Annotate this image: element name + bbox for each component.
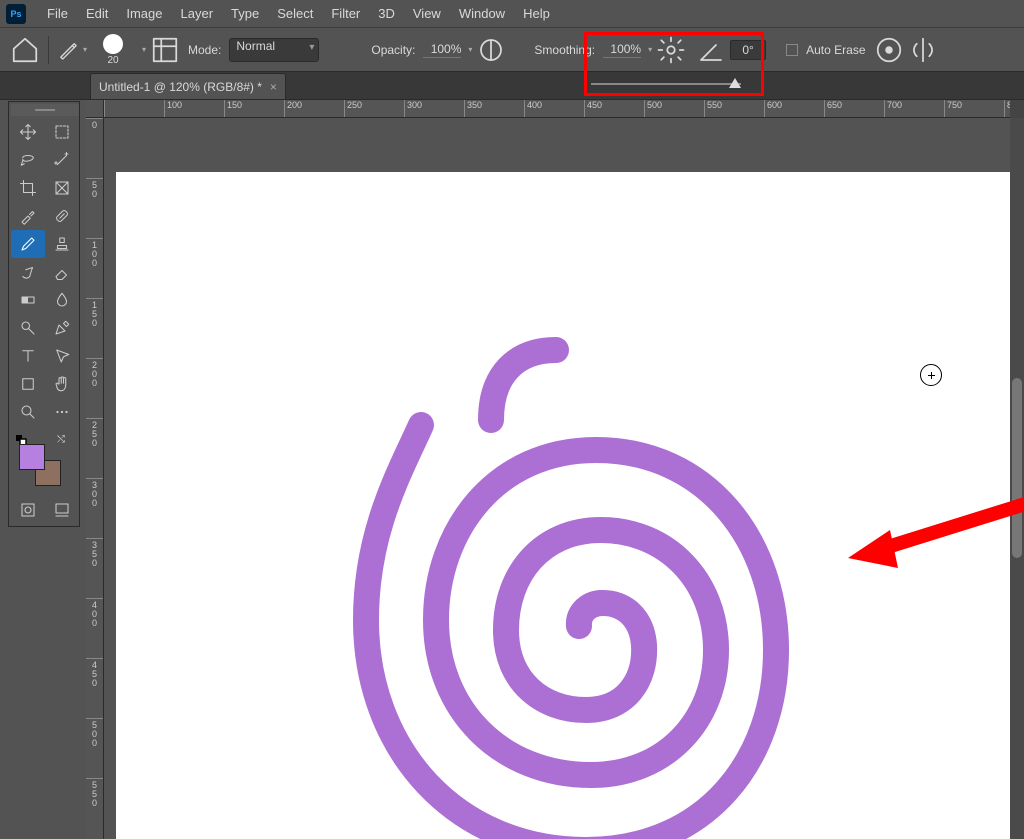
smoothing-value[interactable]: 100% [603, 42, 641, 58]
magic-wand-tool-icon[interactable] [45, 146, 79, 174]
spiral-drawing [286, 320, 806, 839]
divider [48, 36, 49, 64]
pencil-tool-icon[interactable] [11, 230, 45, 258]
opacity-value[interactable]: 100% [423, 42, 461, 58]
pen-tool-icon[interactable] [45, 314, 79, 342]
menu-bar: Ps File Edit Image Layer Type Select Fil… [0, 0, 1024, 28]
stamp-tool-icon[interactable] [45, 230, 79, 258]
chevron-down-icon: ▾ [83, 45, 87, 54]
gear-icon[interactable] [656, 35, 686, 65]
pressure-opacity-icon[interactable] [476, 35, 506, 65]
menu-type[interactable]: Type [222, 0, 268, 27]
mode-select[interactable]: Normal [229, 38, 319, 62]
menu-layer[interactable]: Layer [172, 0, 223, 27]
chevron-down-icon[interactable]: ▾ [142, 45, 146, 54]
screen-mode-icon[interactable] [45, 496, 79, 524]
toolbox-grip[interactable] [11, 104, 79, 116]
menu-select[interactable]: Select [268, 0, 322, 27]
menu-edit[interactable]: Edit [77, 0, 117, 27]
brush-panel-icon[interactable] [150, 35, 180, 65]
blur-tool-icon[interactable] [45, 286, 79, 314]
menu-view[interactable]: View [404, 0, 450, 27]
gradient-tool-icon[interactable] [11, 286, 45, 314]
history-brush-tool-icon[interactable] [11, 258, 45, 286]
ruler-horizontal[interactable]: 1001502002503003504004505005506006507007… [104, 100, 1010, 118]
marquee-tool-icon[interactable] [45, 118, 79, 146]
menu-file[interactable]: File [38, 0, 77, 27]
type-tool-icon[interactable] [11, 342, 45, 370]
pressure-size-icon[interactable] [874, 35, 904, 65]
color-swatches: ⤭ [11, 432, 79, 492]
healing-tool-icon[interactable] [45, 202, 79, 230]
smoothing-label: Smoothing: [534, 43, 595, 57]
quick-mask-icon[interactable] [11, 496, 45, 524]
brush-tip-icon [103, 34, 123, 54]
menu-window[interactable]: Window [450, 0, 514, 27]
toolbox: ⤭ [8, 101, 80, 527]
tab-title: Untitled-1 @ 120% (RGB/8#) * [99, 80, 262, 94]
brush-preview[interactable]: 20 [91, 34, 135, 66]
mode-value: Normal [236, 39, 275, 53]
eraser-tool-icon[interactable] [45, 258, 79, 286]
auto-erase-checkbox[interactable] [786, 44, 798, 56]
eyedropper-tool-icon[interactable] [11, 202, 45, 230]
angle-input[interactable] [730, 40, 766, 60]
home-icon[interactable] [10, 35, 40, 65]
ps-logo: Ps [6, 4, 26, 24]
zoom-tool-icon[interactable] [11, 398, 45, 426]
crop-tool-icon[interactable] [11, 174, 45, 202]
more-tools-icon[interactable] [45, 398, 79, 426]
frame-tool-icon[interactable] [45, 174, 79, 202]
document-tab-strip: Untitled-1 @ 120% (RGB/8#) * × [0, 72, 1024, 100]
lasso-tool-icon[interactable] [11, 146, 45, 174]
annotation-arrow [848, 490, 1024, 590]
path-select-tool-icon[interactable] [45, 342, 79, 370]
mode-label: Mode: [188, 43, 221, 57]
chevron-down-icon[interactable]: ▾ [648, 45, 652, 54]
ruler-vertical[interactable]: 050100150200250300350400450500550 [86, 118, 104, 839]
close-icon[interactable]: × [270, 80, 277, 94]
menu-help[interactable]: Help [514, 0, 559, 27]
ruler-origin[interactable] [86, 100, 104, 118]
tool-preset-pencil-icon[interactable]: ▾ [57, 35, 87, 65]
auto-erase-label: Auto Erase [806, 43, 865, 57]
foreground-swatch[interactable] [19, 444, 45, 470]
brush-size-value: 20 [107, 55, 118, 66]
scrollbar-vertical[interactable] [1010, 118, 1024, 839]
menu-filter[interactable]: Filter [322, 0, 369, 27]
options-bar: ▾ 20 ▾ Mode: Normal Opacity: 100% ▾ Smoo… [0, 28, 1024, 72]
symmetry-icon[interactable] [908, 35, 938, 65]
swap-colors-icon[interactable]: ⤭ [57, 434, 69, 446]
dodge-tool-icon[interactable] [11, 314, 45, 342]
document-tab[interactable]: Untitled-1 @ 120% (RGB/8#) * × [90, 73, 286, 99]
shape-tool-icon[interactable] [11, 370, 45, 398]
chevron-down-icon[interactable]: ▾ [468, 45, 472, 54]
hand-tool-icon[interactable] [45, 370, 79, 398]
opacity-label: Opacity: [371, 43, 415, 57]
menu-3d[interactable]: 3D [369, 0, 404, 27]
move-tool-icon[interactable] [11, 118, 45, 146]
brush-cursor-icon [920, 364, 942, 386]
menu-image[interactable]: Image [117, 0, 171, 27]
workspace: 1001502002503003504004505005506006507007… [86, 100, 1024, 839]
angle-icon[interactable] [696, 35, 726, 65]
